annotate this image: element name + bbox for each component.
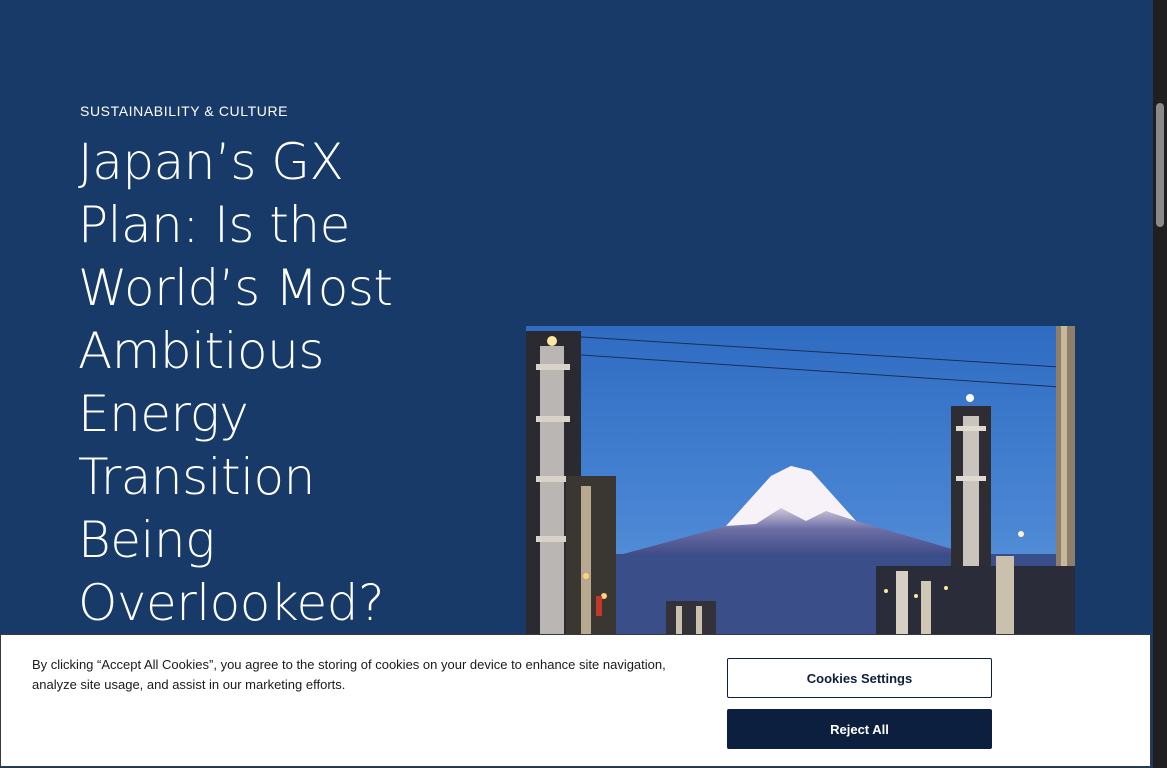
article-title: Japan’s GX Plan: Is the World’s Most Amb… [78,131,498,635]
reject-all-button[interactable]: Reject All [727,709,992,749]
title-line: Japan’s GX [78,133,344,191]
title-line: Transition [78,448,315,506]
title-line: World’s Most [78,259,393,317]
cookie-consent-banner: By clicking “Accept All Cookies”, you ag… [0,634,1151,767]
hero-image-mount-fuji-refinery [526,326,1075,656]
cookies-settings-button[interactable]: Cookies Settings [727,658,992,698]
article-category[interactable]: SUSTAINABILITY & CULTURE [80,103,288,119]
title-line: Energy [78,385,249,443]
vertical-scrollbar[interactable] [1153,0,1167,768]
title-line: Being [78,511,215,569]
title-line: Ambitious [78,322,324,380]
scrollbar-thumb[interactable] [1156,103,1164,227]
title-line: Overlooked? [78,574,385,632]
cookie-consent-text: By clicking “Accept All Cookies”, you ag… [32,657,666,692]
title-line: Plan: Is the [78,196,350,254]
